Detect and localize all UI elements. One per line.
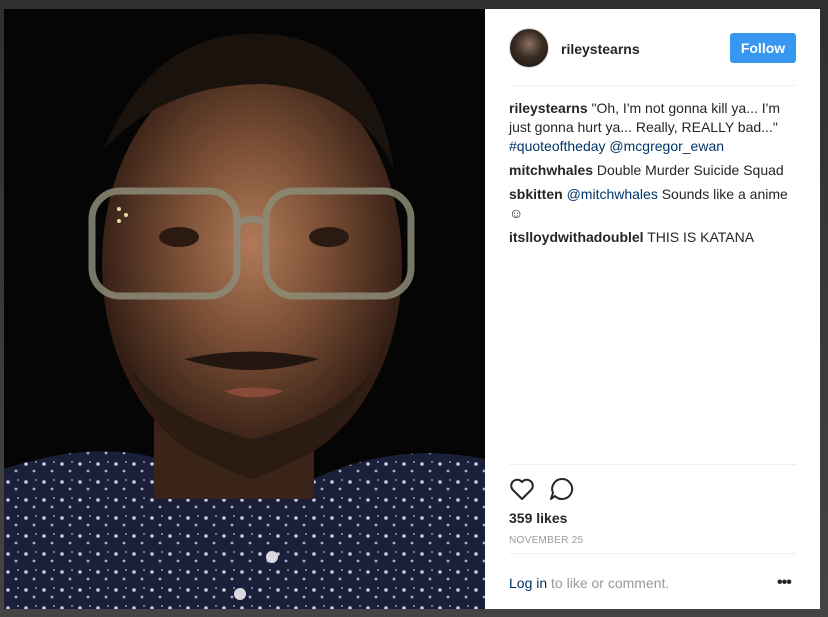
author-username[interactable]: rileystearns xyxy=(561,41,640,57)
comment-text: THIS IS KATANA xyxy=(647,229,755,245)
comments-list: rileystearns "Oh, I'm not gonna kill ya.… xyxy=(509,99,799,252)
heart-icon[interactable] xyxy=(509,477,535,501)
footer-divider xyxy=(509,553,796,554)
post-header: rileystearns Follow xyxy=(485,9,820,85)
likes-count[interactable]: 359 likes xyxy=(509,510,567,526)
login-prompt: Log in to like or comment. xyxy=(509,575,669,591)
speech-bubble-icon[interactable] xyxy=(549,477,575,501)
list-item: itslloydwithadoublel THIS IS KATANA xyxy=(509,228,799,247)
caption: rileystearns "Oh, I'm not gonna kill ya.… xyxy=(509,99,799,156)
comment-username[interactable]: itslloydwithadoublel xyxy=(509,229,644,245)
more-options-icon[interactable]: ••• xyxy=(777,574,792,592)
mention-link[interactable]: @mitchwhales xyxy=(567,186,658,202)
actions-divider xyxy=(509,464,796,465)
portrait-image xyxy=(4,9,485,609)
hashtag-link[interactable]: #quoteoftheday xyxy=(509,138,606,154)
list-item: sbkitten @mitchwhales Sounds like a anim… xyxy=(509,185,799,223)
comment-username[interactable]: rileystearns xyxy=(509,100,588,116)
mention-link[interactable]: @mcgregor_ewan xyxy=(609,138,724,154)
post-date: NOVEMBER 25 xyxy=(509,535,584,546)
comment-username[interactable]: mitchwhales xyxy=(509,162,593,178)
comment-username[interactable]: sbkitten xyxy=(509,186,563,202)
login-prompt-text: to like or comment. xyxy=(551,575,670,591)
follow-button[interactable]: Follow xyxy=(730,33,796,63)
login-link[interactable]: Log in xyxy=(509,575,547,591)
post-photo xyxy=(4,9,485,609)
comment-text: Double Murder Suicide Squad xyxy=(596,162,784,178)
header-divider xyxy=(509,85,796,86)
avatar[interactable] xyxy=(509,28,549,68)
post-details-panel: rileystearns Follow rileystearns "Oh, I'… xyxy=(485,9,820,609)
list-item: mitchwhales Double Murder Suicide Squad xyxy=(509,161,799,180)
